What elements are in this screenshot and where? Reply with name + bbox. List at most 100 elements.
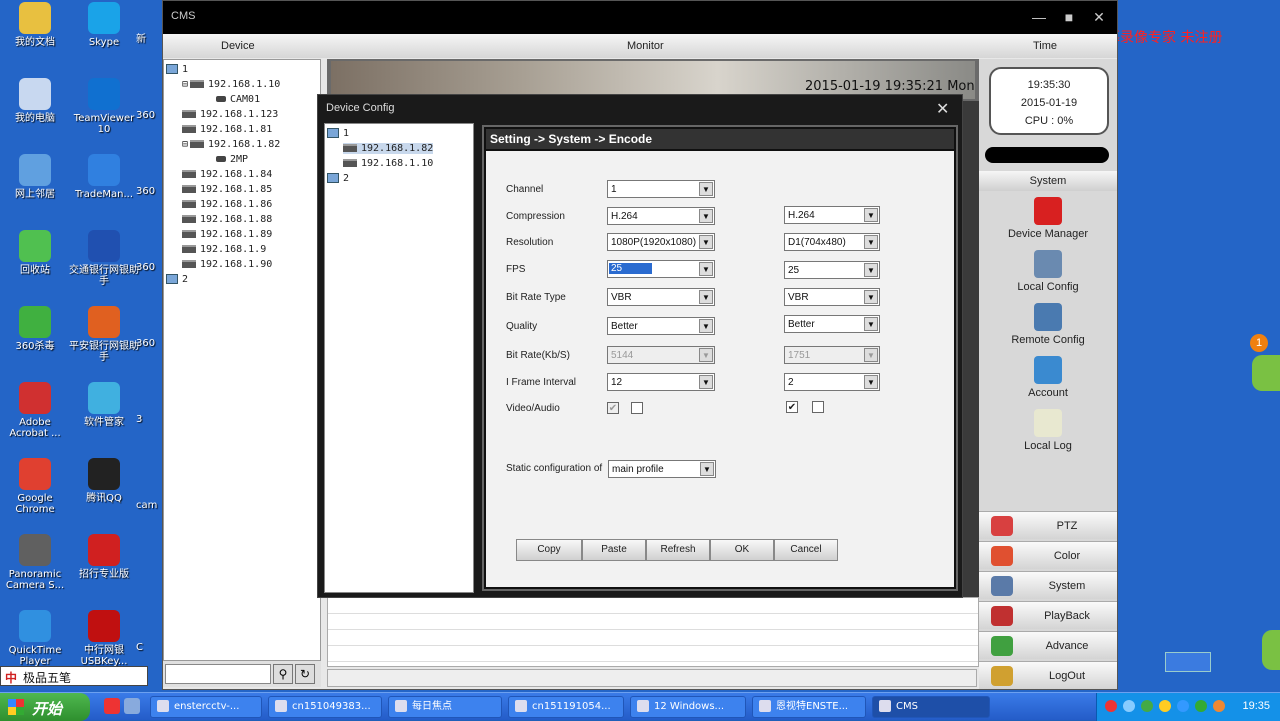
nav-playback-button[interactable]: PlayBack <box>979 601 1117 629</box>
ok-button[interactable]: OK <box>710 539 774 561</box>
close-button[interactable]: ✕ <box>1089 9 1109 26</box>
desktop-shortcut-partial[interactable]: 新 <box>136 34 162 45</box>
refresh-icon[interactable]: ↻ <box>295 664 315 684</box>
desktop-shortcut[interactable]: 软件管家 <box>69 382 139 428</box>
quicklaunch-icon[interactable] <box>124 698 140 714</box>
start-button[interactable]: 开始 <box>0 693 90 721</box>
tray-icon[interactable] <box>1141 700 1153 712</box>
dialog-tree-node[interactable]: 192.168.1.10 <box>343 158 433 169</box>
desktop-shortcut[interactable]: 交通银行网银助手 <box>69 230 139 287</box>
extra-compression-select[interactable]: H.264 ▼ <box>784 206 880 224</box>
dialog-device-tree[interactable]: 1 192.168.1.82 192.168.1.10 2 <box>324 123 474 593</box>
quicklaunch-icon[interactable] <box>104 698 120 714</box>
account-button[interactable]: Account <box>979 356 1117 399</box>
tree-node[interactable]: 192.168.1.86 <box>182 199 272 210</box>
tray-icon[interactable] <box>1105 700 1117 712</box>
taskbar-button[interactable]: 恩视特ENSTE... <box>752 696 866 718</box>
tray-icon[interactable] <box>1123 700 1135 712</box>
remote-config-button[interactable]: Remote Config <box>979 303 1117 346</box>
copy-button[interactable]: Copy <box>516 539 582 561</box>
fps-select[interactable]: 25 ▼ <box>607 260 715 278</box>
dialog-tree-node[interactable]: 1 <box>327 128 349 139</box>
tree-node[interactable]: ⊟ 192.168.1.82 <box>182 139 280 150</box>
maximize-button[interactable]: ■ <box>1059 9 1079 25</box>
device-search-input[interactable] <box>165 664 271 684</box>
nav-logout-button[interactable]: LogOut <box>979 661 1117 689</box>
desktop-shortcut[interactable]: 腾讯QQ <box>69 458 139 504</box>
local-log-button[interactable]: Local Log <box>979 409 1117 452</box>
refresh-button[interactable]: Refresh <box>646 539 710 561</box>
desktop-shortcut[interactable]: 360杀毒 <box>0 306 70 352</box>
quality-select[interactable]: Better ▼ <box>607 317 715 335</box>
extra-iframe-interval-select[interactable]: 2 ▼ <box>784 373 880 391</box>
tray-icon[interactable] <box>1195 700 1207 712</box>
nav-advance-button[interactable]: Advance <box>979 631 1117 659</box>
taskbar-button[interactable]: cn151049383... <box>268 696 382 718</box>
taskbar-button[interactable]: enstercctv-... <box>150 696 262 718</box>
tree-node[interactable]: 192.168.1.90 <box>182 259 272 270</box>
nav-system-button[interactable]: System <box>979 571 1117 599</box>
desktop-shortcut[interactable]: Skype <box>69 2 139 48</box>
taskbar-clock[interactable]: 19:35 <box>1242 700 1270 712</box>
tray-icon[interactable] <box>1177 700 1189 712</box>
device-tree[interactable]: 1 ⊟ 192.168.1.10 CAM01 192.168.1.123 192.168.… <box>163 59 321 661</box>
tree-node[interactable]: 1 <box>166 64 188 75</box>
static-config-select[interactable]: main profile ▼ <box>608 460 716 478</box>
extra-fps-select[interactable]: 25 ▼ <box>784 261 880 279</box>
desktop-shortcut[interactable]: 中行网银USBKey... <box>69 610 139 667</box>
minimize-button[interactable]: — <box>1029 9 1049 25</box>
expander-icon[interactable]: ⊟ <box>182 139 188 150</box>
desktop-shortcut-partial[interactable]: 360 <box>136 338 162 349</box>
cms-titlebar[interactable]: CMS — ■ ✕ <box>163 1 1117 34</box>
expander-icon[interactable]: ⊟ <box>182 79 188 90</box>
side-widget-bottom-icon[interactable] <box>1262 630 1280 670</box>
taskbar-button[interactable]: CMS <box>872 696 990 718</box>
compression-select[interactable]: H.264 ▼ <box>607 207 715 225</box>
tree-node[interactable]: 192.168.1.84 <box>182 169 272 180</box>
tree-node[interactable]: 192.168.1.88 <box>182 214 272 225</box>
notification-badge[interactable]: 1 <box>1250 334 1268 352</box>
nav-ptz-button[interactable]: PTZ <box>979 511 1117 539</box>
extra-audio-checkbox[interactable] <box>812 401 824 413</box>
tray-icon[interactable] <box>1159 700 1171 712</box>
paste-button[interactable]: Paste <box>582 539 646 561</box>
taskbar-button[interactable]: cn151191054... <box>508 696 624 718</box>
tree-node[interactable]: 192.168.1.9 <box>182 244 266 255</box>
bitrate-type-select[interactable]: VBR ▼ <box>607 288 715 306</box>
taskbar-button[interactable]: 每日焦点 <box>388 696 502 718</box>
dialog-tree-node[interactable]: 192.168.1.82 <box>343 143 434 154</box>
ime-mode[interactable]: 中 <box>5 669 17 686</box>
search-icon[interactable]: ⚲ <box>273 664 293 684</box>
extra-quality-select[interactable]: Better ▼ <box>784 315 880 333</box>
desktop-shortcut-partial[interactable]: 360 <box>136 110 162 121</box>
desktop-shortcut[interactable]: 我的电脑 <box>0 78 70 124</box>
floating-mini-toolbar[interactable] <box>1165 652 1211 672</box>
nav-color-button[interactable]: Color <box>979 541 1117 569</box>
desktop-shortcut-partial[interactable]: 3 <box>136 414 162 425</box>
extra-resolution-select[interactable]: D1(704x480) ▼ <box>784 233 880 251</box>
tree-node[interactable]: 192.168.1.123 <box>182 109 278 120</box>
tree-node[interactable]: 192.168.1.89 <box>182 229 272 240</box>
desktop-shortcut[interactable]: TradeMan... <box>69 154 139 200</box>
tree-node[interactable]: 192.168.1.85 <box>182 184 272 195</box>
tree-node[interactable]: ⊟ 192.168.1.10 <box>182 79 280 90</box>
dialog-titlebar[interactable]: Device Config <box>318 95 962 119</box>
dialog-close-button[interactable]: ✕ <box>936 99 949 119</box>
local-config-button[interactable]: Local Config <box>979 250 1117 293</box>
side-widget-icon[interactable] <box>1252 355 1280 391</box>
extra-video-checkbox[interactable]: ✔ <box>786 401 798 413</box>
dialog-tree-node[interactable]: 2 <box>327 173 349 184</box>
device-manager-button[interactable]: Device Manager <box>979 197 1117 240</box>
desktop-shortcut[interactable]: Panoramic Camera S... <box>0 534 70 591</box>
desktop-shortcut[interactable]: QuickTime Player <box>0 610 70 667</box>
monitor-scroll-strip[interactable] <box>963 101 979 601</box>
desktop-shortcut-partial[interactable]: C <box>136 642 162 653</box>
desktop-shortcut[interactable]: TeamViewer 10 <box>69 78 139 135</box>
desktop-shortcut[interactable]: 平安银行网银助手 <box>69 306 139 363</box>
desktop-shortcut-partial[interactable]: 360 <box>136 186 162 197</box>
tree-node[interactable]: CAM01 <box>216 94 260 105</box>
desktop-shortcut[interactable]: Adobe Acrobat ... <box>0 382 70 439</box>
tree-node[interactable]: 2MP <box>216 154 248 165</box>
desktop-shortcut[interactable]: 回收站 <box>0 230 70 276</box>
ime-bar[interactable]: 中 极品五笔 <box>0 666 148 686</box>
